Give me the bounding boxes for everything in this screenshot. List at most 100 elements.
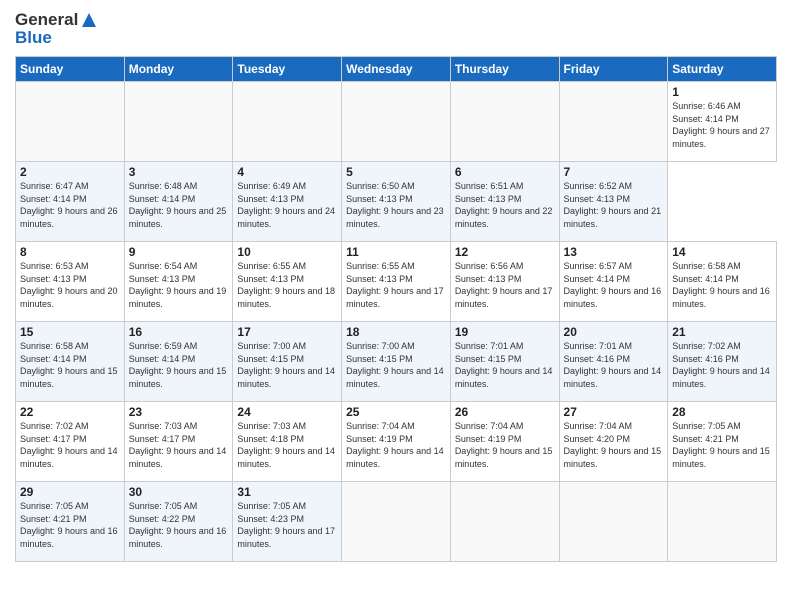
day-info: Sunrise: 7:05 AMSunset: 4:22 PMDaylight:… [129,500,229,550]
day-header-sunday: Sunday [16,57,125,82]
calendar-cell: 18Sunrise: 7:00 AMSunset: 4:15 PMDayligh… [342,322,451,402]
day-header-monday: Monday [124,57,233,82]
day-info: Sunrise: 7:03 AMSunset: 4:18 PMDaylight:… [237,420,337,470]
calendar-cell: 11Sunrise: 6:55 AMSunset: 4:13 PMDayligh… [342,242,451,322]
day-info: Sunrise: 6:58 AMSunset: 4:14 PMDaylight:… [672,260,772,310]
day-info: Sunrise: 6:46 AMSunset: 4:14 PMDaylight:… [672,100,772,150]
day-number: 21 [672,325,772,339]
day-number: 31 [237,485,337,499]
day-info: Sunrise: 6:56 AMSunset: 4:13 PMDaylight:… [455,260,555,310]
day-header-wednesday: Wednesday [342,57,451,82]
calendar-cell: 27Sunrise: 7:04 AMSunset: 4:20 PMDayligh… [559,402,668,482]
logo-icon [80,11,98,29]
day-info: Sunrise: 7:01 AMSunset: 4:16 PMDaylight:… [564,340,664,390]
day-number: 23 [129,405,229,419]
calendar-cell: 4Sunrise: 6:49 AMSunset: 4:13 PMDaylight… [233,162,342,242]
day-info: Sunrise: 6:51 AMSunset: 4:13 PMDaylight:… [455,180,555,230]
day-number: 9 [129,245,229,259]
day-info: Sunrise: 7:04 AMSunset: 4:20 PMDaylight:… [564,420,664,470]
day-number: 19 [455,325,555,339]
calendar-cell: 29Sunrise: 7:05 AMSunset: 4:21 PMDayligh… [16,482,125,562]
calendar-cell [124,82,233,162]
calendar-cell: 26Sunrise: 7:04 AMSunset: 4:19 PMDayligh… [450,402,559,482]
day-info: Sunrise: 6:57 AMSunset: 4:14 PMDaylight:… [564,260,664,310]
day-number: 25 [346,405,446,419]
calendar-week-row: 22Sunrise: 7:02 AMSunset: 4:17 PMDayligh… [16,402,777,482]
day-number: 28 [672,405,772,419]
day-info: Sunrise: 7:02 AMSunset: 4:17 PMDaylight:… [20,420,120,470]
calendar-cell [668,482,777,562]
calendar-week-row: 15Sunrise: 6:58 AMSunset: 4:14 PMDayligh… [16,322,777,402]
day-number: 29 [20,485,120,499]
day-info: Sunrise: 7:02 AMSunset: 4:16 PMDaylight:… [672,340,772,390]
calendar-cell: 3Sunrise: 6:48 AMSunset: 4:14 PMDaylight… [124,162,233,242]
calendar-cell: 8Sunrise: 6:53 AMSunset: 4:13 PMDaylight… [16,242,125,322]
day-number: 26 [455,405,555,419]
day-number: 1 [672,85,772,99]
calendar-cell [559,482,668,562]
calendar-cell: 25Sunrise: 7:04 AMSunset: 4:19 PMDayligh… [342,402,451,482]
calendar-cell [342,482,451,562]
day-info: Sunrise: 7:04 AMSunset: 4:19 PMDaylight:… [346,420,446,470]
calendar-cell: 10Sunrise: 6:55 AMSunset: 4:13 PMDayligh… [233,242,342,322]
calendar-cell: 30Sunrise: 7:05 AMSunset: 4:22 PMDayligh… [124,482,233,562]
day-info: Sunrise: 7:05 AMSunset: 4:23 PMDaylight:… [237,500,337,550]
calendar-cell: 7Sunrise: 6:52 AMSunset: 4:13 PMDaylight… [559,162,668,242]
day-info: Sunrise: 7:00 AMSunset: 4:15 PMDaylight:… [237,340,337,390]
day-number: 11 [346,245,446,259]
day-header-friday: Friday [559,57,668,82]
day-info: Sunrise: 7:03 AMSunset: 4:17 PMDaylight:… [129,420,229,470]
calendar-cell [233,82,342,162]
day-number: 12 [455,245,555,259]
day-info: Sunrise: 6:50 AMSunset: 4:13 PMDaylight:… [346,180,446,230]
day-number: 7 [564,165,664,179]
day-number: 10 [237,245,337,259]
day-number: 20 [564,325,664,339]
calendar-cell: 6Sunrise: 6:51 AMSunset: 4:13 PMDaylight… [450,162,559,242]
calendar-cell: 5Sunrise: 6:50 AMSunset: 4:13 PMDaylight… [342,162,451,242]
calendar-cell: 14Sunrise: 6:58 AMSunset: 4:14 PMDayligh… [668,242,777,322]
day-info: Sunrise: 6:59 AMSunset: 4:14 PMDaylight:… [129,340,229,390]
calendar-cell: 13Sunrise: 6:57 AMSunset: 4:14 PMDayligh… [559,242,668,322]
day-number: 15 [20,325,120,339]
day-number: 14 [672,245,772,259]
calendar-week-row: 8Sunrise: 6:53 AMSunset: 4:13 PMDaylight… [16,242,777,322]
calendar-cell: 12Sunrise: 6:56 AMSunset: 4:13 PMDayligh… [450,242,559,322]
day-info: Sunrise: 7:00 AMSunset: 4:15 PMDaylight:… [346,340,446,390]
calendar-cell: 23Sunrise: 7:03 AMSunset: 4:17 PMDayligh… [124,402,233,482]
day-number: 5 [346,165,446,179]
calendar-cell: 20Sunrise: 7:01 AMSunset: 4:16 PMDayligh… [559,322,668,402]
day-number: 2 [20,165,120,179]
calendar-cell: 16Sunrise: 6:59 AMSunset: 4:14 PMDayligh… [124,322,233,402]
day-number: 8 [20,245,120,259]
day-info: Sunrise: 7:05 AMSunset: 4:21 PMDaylight:… [20,500,120,550]
day-header-saturday: Saturday [668,57,777,82]
day-number: 16 [129,325,229,339]
day-number: 24 [237,405,337,419]
day-info: Sunrise: 7:04 AMSunset: 4:19 PMDaylight:… [455,420,555,470]
day-number: 27 [564,405,664,419]
logo: General Blue [15,10,98,48]
day-info: Sunrise: 6:55 AMSunset: 4:13 PMDaylight:… [346,260,446,310]
day-number: 17 [237,325,337,339]
day-info: Sunrise: 7:01 AMSunset: 4:15 PMDaylight:… [455,340,555,390]
day-info: Sunrise: 6:49 AMSunset: 4:13 PMDaylight:… [237,180,337,230]
day-info: Sunrise: 6:47 AMSunset: 4:14 PMDaylight:… [20,180,120,230]
calendar-cell: 21Sunrise: 7:02 AMSunset: 4:16 PMDayligh… [668,322,777,402]
calendar-page: General Blue SundayMondayTuesdayWednesda… [0,0,792,612]
day-number: 22 [20,405,120,419]
calendar-cell [450,82,559,162]
logo-general-text: General [15,10,78,30]
day-info: Sunrise: 6:58 AMSunset: 4:14 PMDaylight:… [20,340,120,390]
calendar-cell: 22Sunrise: 7:02 AMSunset: 4:17 PMDayligh… [16,402,125,482]
calendar-cell: 2Sunrise: 6:47 AMSunset: 4:14 PMDaylight… [16,162,125,242]
calendar-cell: 24Sunrise: 7:03 AMSunset: 4:18 PMDayligh… [233,402,342,482]
logo-blue-text: Blue [15,28,52,48]
calendar-cell: 28Sunrise: 7:05 AMSunset: 4:21 PMDayligh… [668,402,777,482]
day-info: Sunrise: 7:05 AMSunset: 4:21 PMDaylight:… [672,420,772,470]
day-number: 13 [564,245,664,259]
day-header-thursday: Thursday [450,57,559,82]
calendar-cell [559,82,668,162]
calendar-header-row: SundayMondayTuesdayWednesdayThursdayFrid… [16,57,777,82]
calendar-cell: 19Sunrise: 7:01 AMSunset: 4:15 PMDayligh… [450,322,559,402]
